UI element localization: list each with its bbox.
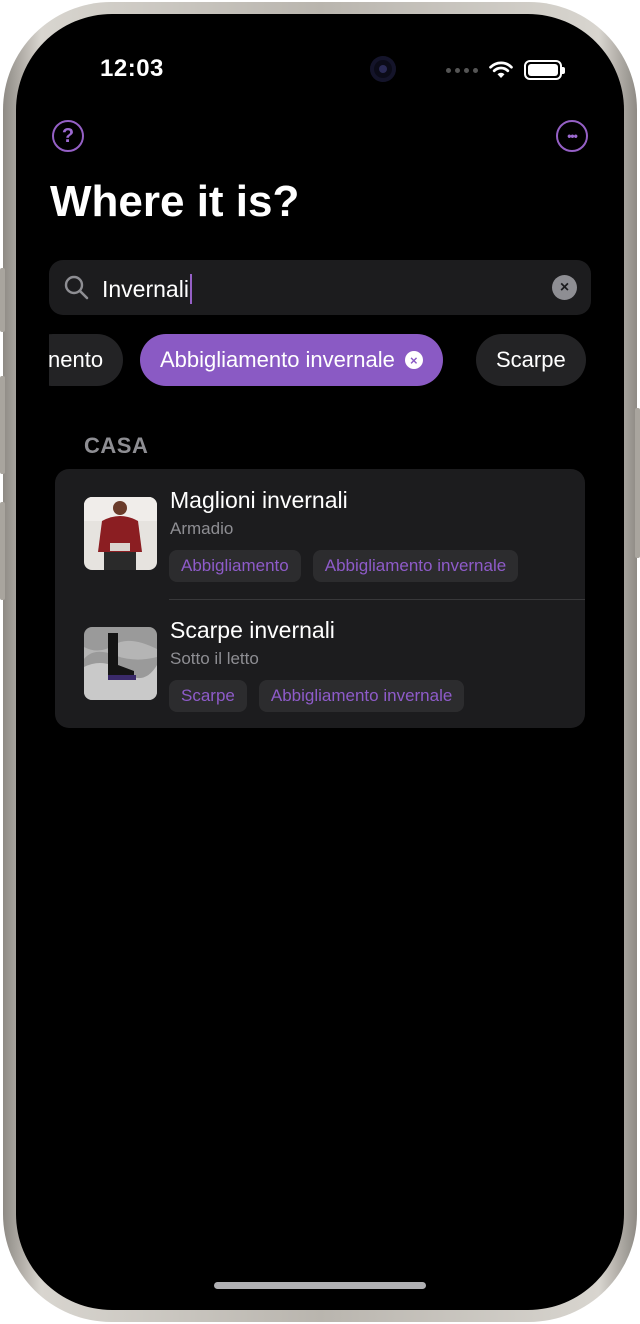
app-screen: 12:03 ? ••• Where it is? Invernali × nen…: [16, 14, 624, 1310]
item-tags: Scarpe Abbigliamento invernale: [169, 680, 465, 712]
item-location: Sotto il letto: [170, 649, 259, 668]
tag-badge: Abbigliamento invernale: [312, 550, 519, 582]
filter-chip-label: Scarpe: [496, 347, 566, 372]
clear-search-button[interactable]: ×: [552, 275, 577, 300]
volume-down-button: [0, 502, 5, 600]
front-camera: [370, 56, 396, 82]
search-query: Invernali: [102, 275, 189, 302]
signal-icon: [446, 67, 478, 73]
filter-chip[interactable]: Scarpe: [476, 334, 586, 386]
home-indicator[interactable]: [214, 1282, 426, 1289]
list-item[interactable]: Maglioni invernali Armadio Abbigliamento…: [55, 469, 585, 599]
help-button[interactable]: ?: [52, 120, 84, 152]
page-title: Where it is?: [50, 177, 300, 226]
search-icon: [64, 275, 89, 300]
more-options-button[interactable]: •••: [556, 120, 588, 152]
item-location: Armadio: [170, 519, 234, 538]
status-icons: [446, 58, 565, 82]
filter-chip-selected[interactable]: Abbigliamento invernale ×: [140, 334, 443, 386]
battery-icon: [524, 60, 565, 80]
search-input[interactable]: Invernali: [102, 274, 192, 304]
power-button: [635, 408, 640, 558]
volume-up-button: [0, 376, 5, 474]
text-cursor: [189, 274, 192, 304]
filter-chips: nento Abbigliamento invernale × Scarpe: [49, 334, 591, 386]
item-thumbnail: [84, 627, 157, 700]
clear-icon: ×: [559, 278, 570, 296]
section-header: CASA: [84, 433, 149, 458]
tag-badge: Abbigliamento: [169, 550, 301, 582]
status-time: 12:03: [100, 55, 164, 82]
action-button: [0, 268, 5, 332]
more-icon: •••: [567, 129, 578, 143]
items-list: Maglioni invernali Armadio Abbigliamento…: [55, 469, 585, 728]
item-name: Maglioni invernali: [170, 487, 348, 513]
tag-badge: Scarpe: [169, 680, 247, 712]
filter-chip-label: Abbigliamento invernale: [160, 347, 395, 372]
help-icon: ?: [61, 124, 75, 147]
filter-chip[interactable]: nento: [49, 334, 124, 386]
list-item[interactable]: Scarpe invernali Sotto il letto Scarpe A…: [55, 599, 585, 729]
item-tags: Abbigliamento Abbigliamento invernale: [169, 550, 519, 582]
tag-badge: Abbigliamento invernale: [258, 680, 465, 712]
chip-clear-icon[interactable]: ×: [404, 351, 423, 369]
wifi-icon: [489, 61, 513, 78]
search-bar[interactable]: Invernali ×: [49, 260, 591, 315]
item-thumbnail: [84, 497, 157, 570]
item-name: Scarpe invernali: [170, 617, 335, 643]
filter-chip-label: nento: [49, 347, 104, 372]
